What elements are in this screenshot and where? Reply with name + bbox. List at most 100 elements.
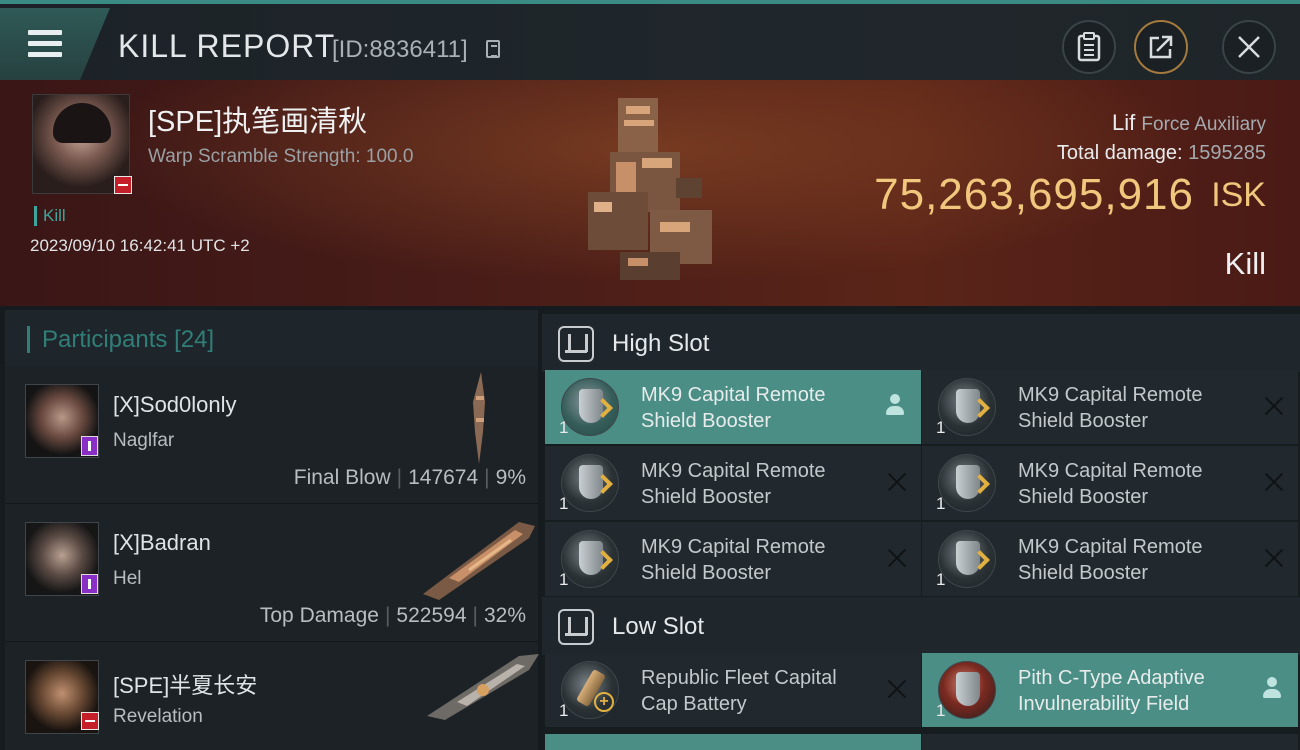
divider: |: [472, 604, 478, 627]
isk-unit: ISK: [1211, 176, 1266, 214]
participant-ship: Hel: [113, 568, 142, 589]
module-item[interactable]: + 1 Republic Fleet Capital Cap Battery: [545, 653, 921, 727]
module-name: MK9 Capital Remote Shield Booster: [1018, 384, 1203, 432]
fitting-panel: High Slot 1 MK9 Capital Remote Shield Bo…: [542, 310, 1300, 750]
participant-name: [SPE]半夏长安: [113, 673, 258, 698]
x-icon: [887, 679, 907, 699]
warp-scramble-strength: Warp Scramble Strength: 100.0: [148, 146, 414, 167]
victim-status-badge: [114, 176, 132, 194]
participants-panel: Participants [24] [X]Sod0lonly Naglfar F…: [5, 310, 539, 750]
module-item[interactable]: 1 MK9 Capital Remote Shield Booster: [545, 522, 921, 596]
victim-ship-render[interactable]: [580, 92, 720, 288]
slot-icon: [558, 609, 594, 645]
module-name: MK9 Capital Remote Shield Booster: [641, 536, 826, 584]
module-quantity: 1: [936, 418, 946, 437]
module-name: MK9 Capital Remote Shield Booster: [1018, 536, 1203, 584]
close-button[interactable]: [1222, 20, 1276, 74]
participant-damage: 147674: [408, 466, 479, 489]
x-icon: [887, 548, 907, 568]
module-item[interactable]: 1 Pith C-Type Adaptive Invulnerability F…: [922, 653, 1298, 727]
hamburger-menu-icon: [28, 30, 62, 35]
shield-shape: [956, 672, 980, 706]
plus-icon: +: [594, 692, 614, 712]
high-slot-header: High Slot: [542, 314, 1300, 372]
clipboard-icon: [1077, 32, 1101, 62]
x-icon: [887, 472, 907, 492]
cap-battery-icon: +: [561, 661, 619, 719]
shield-booster-icon: [938, 378, 996, 436]
module-item[interactable]: 1 MK9 Capital Remote Shield Booster: [545, 446, 921, 520]
copy-icon[interactable]: [486, 40, 500, 58]
participant-ship: Revelation: [113, 706, 203, 727]
hamburger-menu-icon-line: [28, 41, 62, 46]
total-damage: Total damage: 1595285: [1057, 142, 1266, 165]
close-icon: [1238, 36, 1260, 58]
participant-role: Final Blow: [293, 466, 391, 489]
participant-row[interactable]: [X]Badran Hel Top Damage | 522594 | 32%: [5, 504, 538, 642]
isk-value: 75,263,695,916: [874, 170, 1194, 219]
module-item[interactable]: [545, 734, 921, 750]
module-name: MK9 Capital Remote Shield Booster: [1018, 460, 1203, 508]
share-button[interactable]: [1134, 20, 1188, 74]
low-slot-header: Low Slot: [542, 597, 1300, 655]
participant-row[interactable]: [X]Sod0lonly Naglfar Final Blow | 147674 | 9…: [5, 366, 538, 504]
participant-ship-render: [423, 522, 535, 600]
module-item[interactable]: 1 MK9 Capital Remote Shield Booster: [922, 522, 1298, 596]
divider: |: [384, 604, 391, 627]
hamburger-menu-icon-line: [28, 52, 62, 57]
shield-booster-icon: [561, 378, 619, 436]
participant-stats: Final Blow | 147674 | 9%: [294, 466, 526, 490]
top-bar: KILL REPORT [ID:8836411]: [0, 0, 1300, 82]
participant-ship-render: [473, 372, 485, 464]
module-item[interactable]: 1 MK9 Capital Remote Shield Booster: [922, 446, 1298, 520]
menu-button[interactable]: [0, 8, 110, 82]
person-icon: [885, 394, 905, 418]
page-title: KILL REPORT: [118, 28, 336, 64]
participant-role: Top Damage: [259, 604, 379, 627]
clipboard-button[interactable]: [1062, 20, 1116, 74]
victim-ship[interactable]: Lif Force Auxiliary: [1112, 110, 1266, 136]
module-quantity: 1: [936, 570, 946, 589]
report-id: [ID:8836411]: [332, 36, 468, 63]
x-icon: [1264, 548, 1284, 568]
participant-name: [X]Badran: [113, 530, 211, 555]
module-quantity: 1: [559, 418, 569, 437]
participants-count: [24]: [174, 326, 215, 353]
participant-row[interactable]: [SPE]半夏长安 Revelation: [5, 642, 539, 750]
module-item[interactable]: 1 MK9 Capital Remote Shield Booster: [545, 370, 921, 444]
participant-percent: 32%: [483, 604, 526, 627]
module-name: MK9 Capital Remote Shield Booster: [641, 460, 826, 508]
module-quantity: 1: [559, 570, 569, 589]
participants-header: Participants [24]: [5, 310, 538, 366]
divider: |: [484, 466, 490, 489]
total-damage-label: Total damage:: [1056, 142, 1183, 164]
participant-stats: Top Damage | 522594 | 32%: [260, 604, 526, 628]
portrait-hair: [53, 103, 111, 143]
module-item[interactable]: [922, 734, 1298, 750]
shield-booster-icon: [938, 530, 996, 588]
total-damage-value: 1595285: [1188, 142, 1266, 164]
participant-badge: [81, 574, 98, 594]
x-icon: [1264, 396, 1284, 416]
kill-timestamp: 2023/09/10 16:42:41 UTC +2: [30, 236, 250, 255]
participant-damage: 522594: [396, 604, 467, 627]
module-quantity: 1: [936, 701, 946, 720]
kill-tag: Kill: [34, 206, 66, 226]
module-name: Republic Fleet Capital Cap Battery: [641, 667, 837, 715]
participant-percent: 9%: [495, 466, 526, 489]
module-quantity: 1: [559, 494, 569, 513]
shield-booster-icon: [561, 530, 619, 588]
participant-badge: [81, 436, 98, 456]
module-quantity: 1: [936, 494, 946, 513]
participant-badge: [81, 712, 99, 730]
ship-name: Lif: [1112, 110, 1136, 135]
ship-class: Force Auxiliary: [1141, 114, 1266, 135]
invulnerability-field-icon: [938, 661, 996, 719]
victim-name[interactable]: [SPE]执笔画清秋: [148, 98, 367, 140]
participants-label: Participants: [27, 326, 168, 353]
slot-icon: [558, 326, 594, 362]
shield-booster-icon: [561, 454, 619, 512]
module-name: MK9 Capital Remote Shield Booster: [641, 384, 826, 432]
person-icon: [1262, 677, 1282, 701]
module-item[interactable]: 1 MK9 Capital Remote Shield Booster: [922, 370, 1298, 444]
